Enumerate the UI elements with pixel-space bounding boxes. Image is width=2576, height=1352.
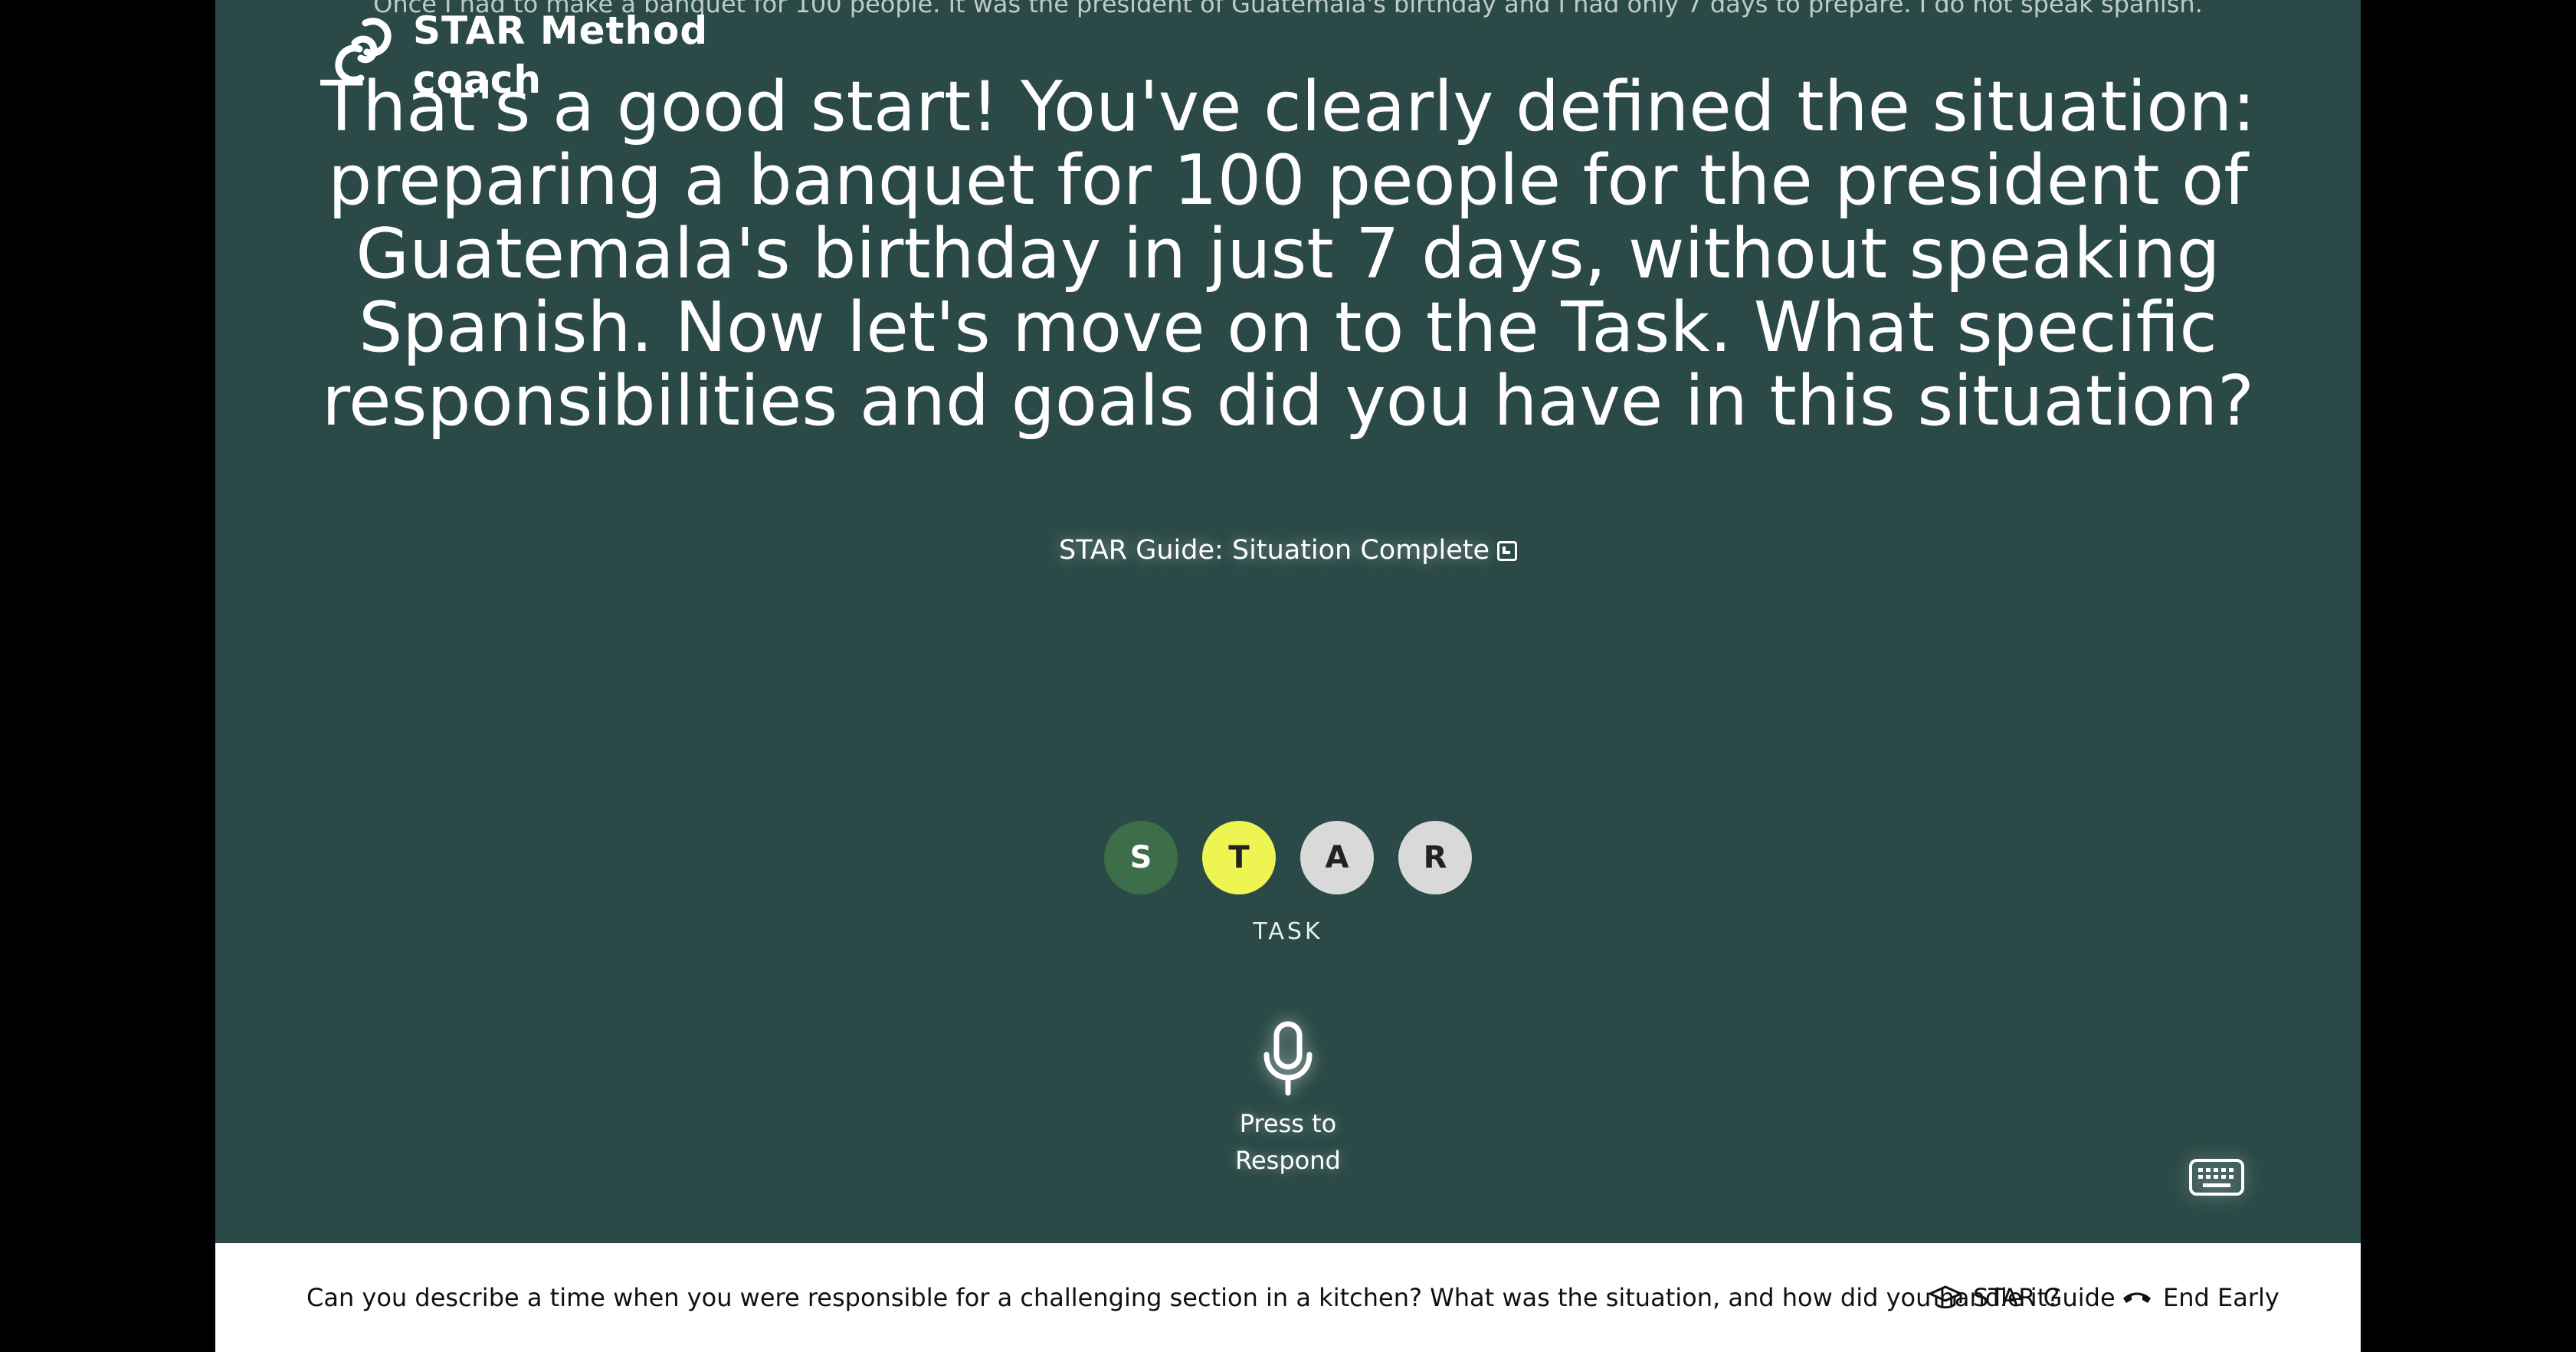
end-early-label: End Early	[2163, 1283, 2279, 1312]
step-result: R	[1398, 821, 1472, 894]
star-guide-status-label: STAR Guide: Situation Complete	[1058, 535, 1490, 566]
current-step-label: TASK	[1253, 918, 1323, 945]
coach-message: That's a good start! You've clearly defi…	[320, 67, 2256, 441]
step-action: A	[1300, 821, 1374, 894]
step-situation: S	[1104, 821, 1178, 894]
keyboard-icon[interactable]	[2188, 1154, 2246, 1200]
press-to-respond-button[interactable]: Press to Respond	[1211, 1019, 1365, 1179]
external-link-icon	[1497, 541, 1518, 561]
star-guide-button[interactable]: STAR Guide	[1929, 1283, 2116, 1312]
bottom-bar: Can you describe a time when you were re…	[215, 1243, 2361, 1352]
step-task: T	[1202, 821, 1276, 894]
press-to-respond-label: Press to Respond	[1235, 1109, 1341, 1175]
hang-up-phone-icon	[2123, 1292, 2151, 1303]
microphone-icon	[1263, 1021, 1313, 1096]
end-early-button[interactable]: End Early	[2122, 1283, 2279, 1312]
session-screen: Once I had to make a banquet for 100 peo…	[215, 0, 2361, 1352]
interview-question: Can you describe a time when you were re…	[306, 1283, 2060, 1312]
star-guide-status-link[interactable]: STAR Guide: Situation Complete	[215, 535, 2361, 566]
star-progress: S T A R	[215, 821, 2361, 894]
star-guide-label: STAR Guide	[1973, 1283, 2116, 1312]
graduation-cap-icon	[1929, 1285, 1962, 1309]
